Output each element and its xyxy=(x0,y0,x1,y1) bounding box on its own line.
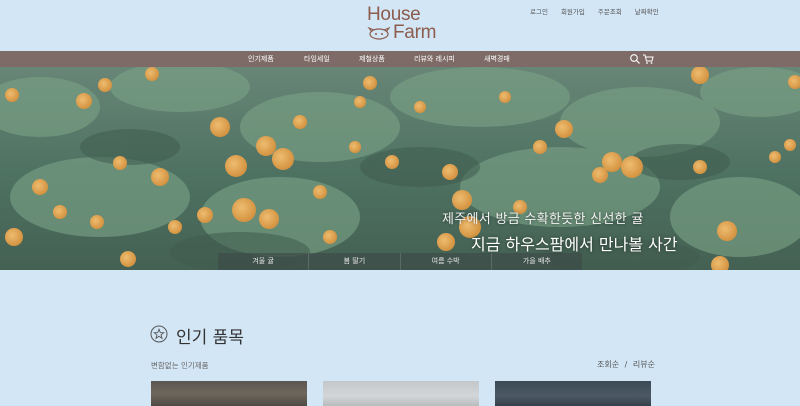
nav-item-reviews-recipes[interactable]: 리뷰와 레시피 xyxy=(414,54,455,64)
star-icon xyxy=(150,325,168,343)
farm-logo-icon xyxy=(367,26,391,40)
search-icon[interactable] xyxy=(629,53,641,65)
hero-tab-winter[interactable]: 겨울 귤 xyxy=(218,253,310,270)
product-card[interactable] xyxy=(323,381,479,406)
hero-banner: 제주에서 방금 수확한듯한 신선한 귤 지금 하우스팜에서 만나볼 사간 겨울 … xyxy=(0,67,800,270)
main-nav: 인기제품 타임세일 제철상품 리뷰와 레시피 새벽경매 xyxy=(0,51,800,67)
hero-tab-summer[interactable]: 여름 수박 xyxy=(401,253,492,270)
hero-tab-autumn[interactable]: 가을 배추 xyxy=(492,253,582,270)
product-card[interactable] xyxy=(495,381,651,406)
cart-icon[interactable] xyxy=(642,53,654,65)
date-check-link[interactable]: 날짜확인 xyxy=(635,6,659,16)
sort-by-reviews[interactable]: 리뷰순 xyxy=(633,360,655,369)
hero-headline-1: 제주에서 방금 수확한듯한 신선한 귤 xyxy=(442,212,644,227)
sort-by-views[interactable]: 조회순 xyxy=(597,360,619,369)
sort-separator: / xyxy=(624,360,628,369)
top-utility-links: 로그인 회원가입 주문조회 날짜확인 xyxy=(530,6,659,16)
hero-headline-2: 지금 하우스팜에서 만나볼 사간 xyxy=(471,235,678,254)
nav-item-time-sale[interactable]: 타임세일 xyxy=(304,54,330,64)
hero-season-tabs: 겨울 귤 봄 딸기 여름 수박 가을 배추 xyxy=(218,253,582,270)
hero-tab-spring[interactable]: 봄 딸기 xyxy=(309,253,401,270)
nav-item-dawn-auction[interactable]: 새벽경매 xyxy=(484,54,510,64)
tangerine-orchard-image xyxy=(0,67,800,270)
nav-item-seasonal[interactable]: 제철상품 xyxy=(359,54,385,64)
logo[interactable]: House Farm xyxy=(364,2,444,46)
signup-link[interactable]: 회원가입 xyxy=(561,6,585,16)
section-subtitle: 변함없는 인기제품 xyxy=(151,361,209,370)
sort-options: 조회순 / 리뷰순 xyxy=(597,359,655,370)
nav-item-popular[interactable]: 인기제품 xyxy=(248,54,274,64)
logo-text-farm: Farm xyxy=(393,22,437,43)
product-card[interactable] xyxy=(151,381,307,406)
login-link[interactable]: 로그인 xyxy=(530,6,548,16)
order-lookup-link[interactable]: 주문조회 xyxy=(598,6,622,16)
section-title: 인기 품목 xyxy=(176,328,244,348)
